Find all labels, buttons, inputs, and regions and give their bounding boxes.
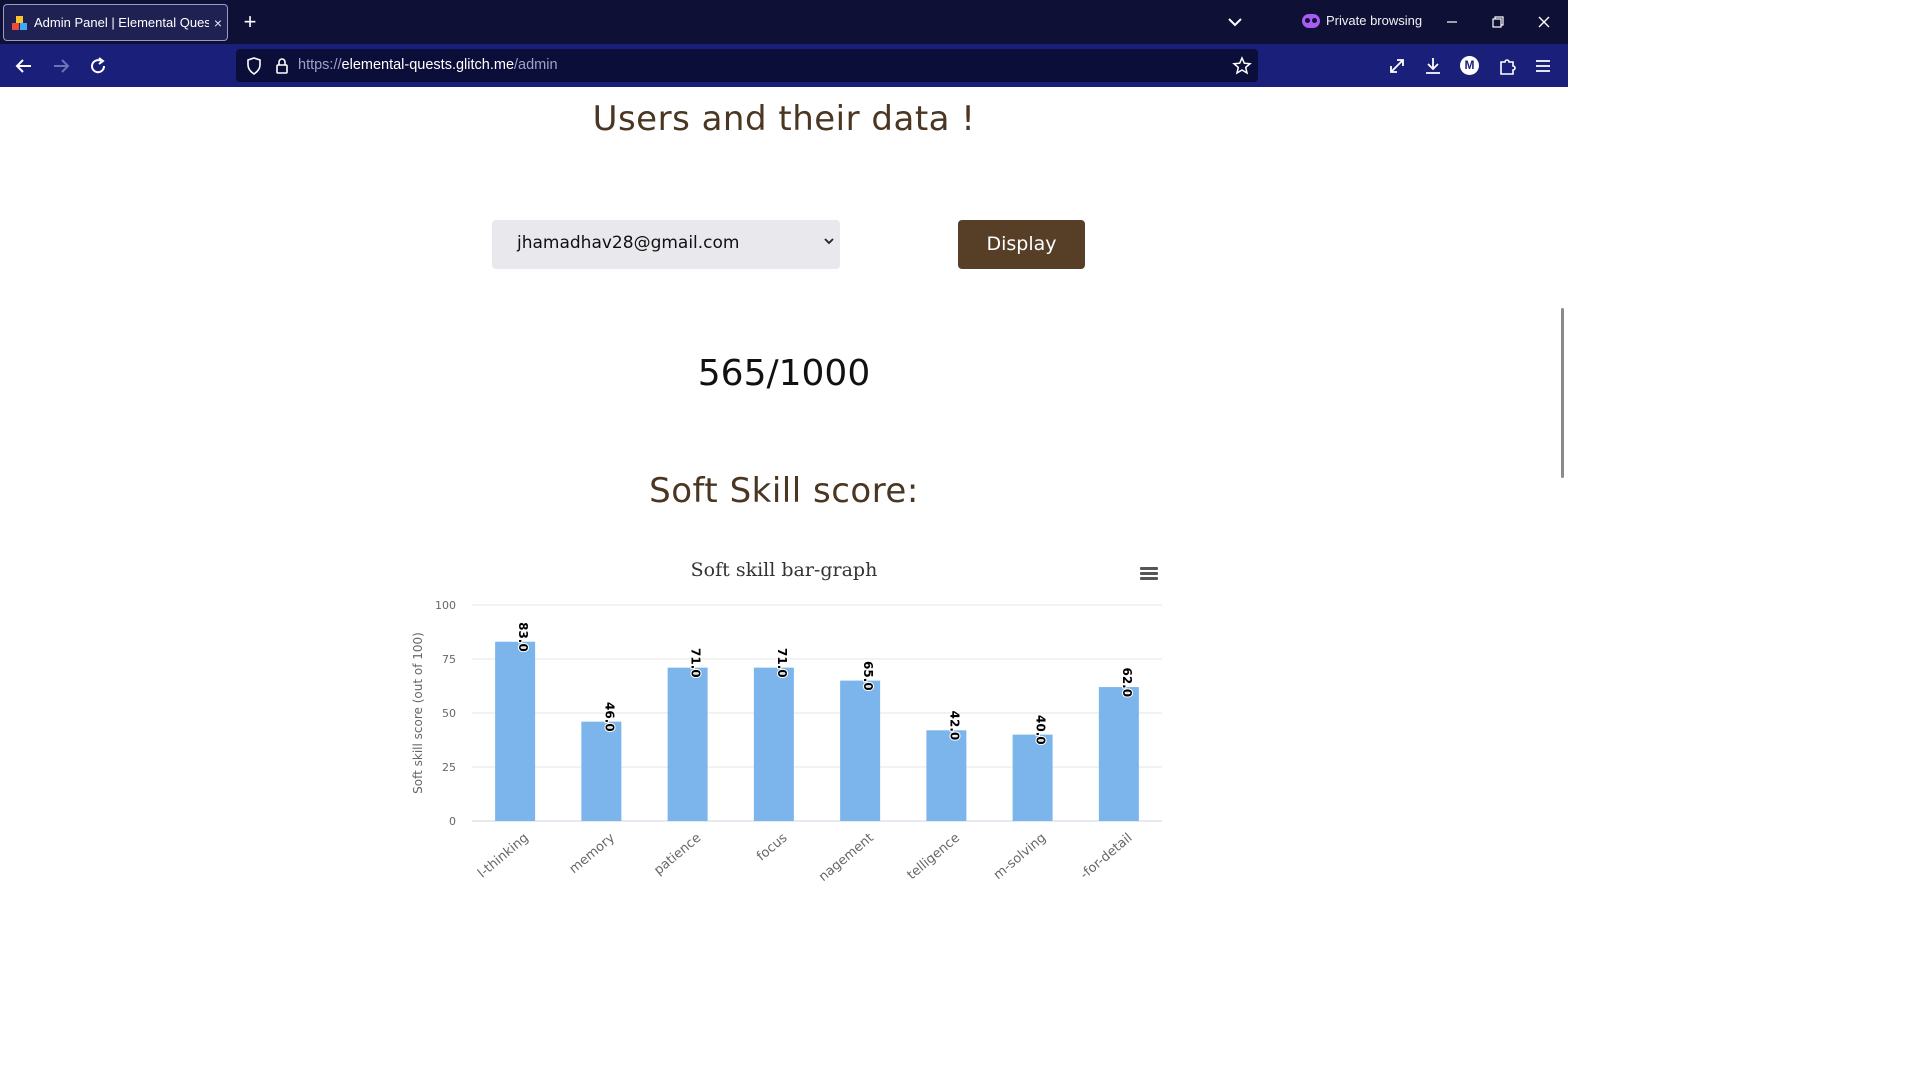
x-tick-label: -for-detail (1078, 831, 1136, 882)
reload-icon[interactable] (86, 54, 110, 78)
bar (495, 641, 536, 821)
back-arrow-icon[interactable] (12, 54, 36, 78)
y-tick-label: 25 (442, 761, 456, 774)
user-email-selected: jhamadhav28@gmail.com (517, 233, 740, 253)
data-label: 42.0 (947, 711, 961, 741)
bar (667, 667, 708, 821)
private-browsing-label: Private browsing (1326, 13, 1423, 28)
user-email-select[interactable]: jhamadhav28@gmail.com (492, 220, 840, 269)
soft-skill-chart: Soft skill bar-graph 0 25 50 75 100 Soft skil… (400, 537, 1180, 882)
bar (840, 680, 881, 821)
bar (581, 721, 622, 821)
x-tick-label: focus (754, 830, 790, 864)
data-label: 40.0 (1034, 715, 1048, 745)
bar (1012, 734, 1053, 821)
private-mask-icon (1302, 13, 1320, 28)
url-text[interactable]: https://elemental-quests.glitch.me/admin (298, 57, 558, 73)
lock-icon[interactable] (272, 56, 292, 76)
x-tick-label: memory (567, 830, 618, 877)
data-label: 65.0 (861, 661, 875, 691)
navigation-toolbar: https://elemental-quests.glitch.me/admin… (0, 44, 1568, 87)
data-label: 71.0 (689, 648, 703, 678)
data-label: 71.0 (775, 648, 789, 678)
x-tick-label: nagement (816, 831, 877, 882)
soft-skill-heading: Soft Skill score: (649, 471, 919, 511)
tab-admin-panel[interactable]: Admin Panel | Elemental Quests × (3, 4, 228, 41)
close-icon[interactable] (1533, 10, 1555, 34)
hamburger-menu-icon[interactable] (1532, 55, 1554, 77)
total-score: 565/1000 (697, 353, 871, 394)
x-tick-label: m-solving (991, 831, 1049, 882)
x-tick-label: telligence (905, 831, 963, 882)
y-axis-label: Soft skill score (out of 100) (411, 632, 425, 794)
site-favicon-icon (12, 15, 28, 31)
page-title: Users and their data ! (592, 99, 976, 139)
y-tick-label: 75 (442, 653, 456, 666)
fullscreen-icon[interactable] (1386, 55, 1408, 77)
data-label: 83.0 (516, 622, 530, 652)
url-host: elemental-quests.glitch.me (341, 57, 515, 73)
y-tick-label: 0 (449, 815, 456, 828)
y-tick-label: 100 (435, 599, 456, 612)
private-browsing-indicator: Private browsing (1302, 13, 1422, 28)
chevron-down-icon[interactable] (1224, 12, 1246, 32)
bar (753, 667, 794, 821)
data-label: 62.0 (1120, 667, 1134, 697)
shield-icon[interactable] (244, 56, 264, 76)
url-scheme: https:// (298, 57, 342, 73)
tab-title: Admin Panel | Elemental Quests (34, 15, 209, 30)
bar (926, 730, 967, 821)
new-tab-button[interactable]: + (240, 10, 260, 34)
minimize-icon[interactable] (1441, 10, 1463, 34)
tab-close-icon[interactable]: × (209, 15, 227, 31)
bar-chart-svg: 0 25 50 75 100 Soft skill score (out of 100) 8… (411, 599, 1162, 882)
page-scrollbar[interactable] (1561, 308, 1564, 478)
bookmark-star-icon[interactable] (1232, 56, 1252, 76)
x-tick-label: patience (651, 831, 704, 879)
extensions-puzzle-icon[interactable] (1496, 55, 1518, 77)
forward-arrow-icon[interactable] (49, 54, 73, 78)
restore-icon[interactable] (1487, 10, 1509, 34)
x-tick-label: l-thinking (475, 831, 531, 882)
y-tick-label: 50 (442, 707, 456, 720)
data-label: 46.0 (602, 702, 616, 732)
account-avatar[interactable]: M (1460, 56, 1479, 75)
tab-strip: Admin Panel | Elemental Quests × + Priva… (0, 0, 1568, 44)
url-path: /admin (514, 57, 558, 73)
page-content: Users and their data ! jhamadhav28@gmail… (0, 87, 1568, 882)
address-bar[interactable]: https://elemental-quests.glitch.me/admin (236, 49, 1258, 82)
download-icon[interactable] (1422, 55, 1444, 77)
bar (1098, 687, 1139, 821)
display-button[interactable]: Display (958, 220, 1085, 269)
chevron-down-icon (824, 238, 834, 245)
